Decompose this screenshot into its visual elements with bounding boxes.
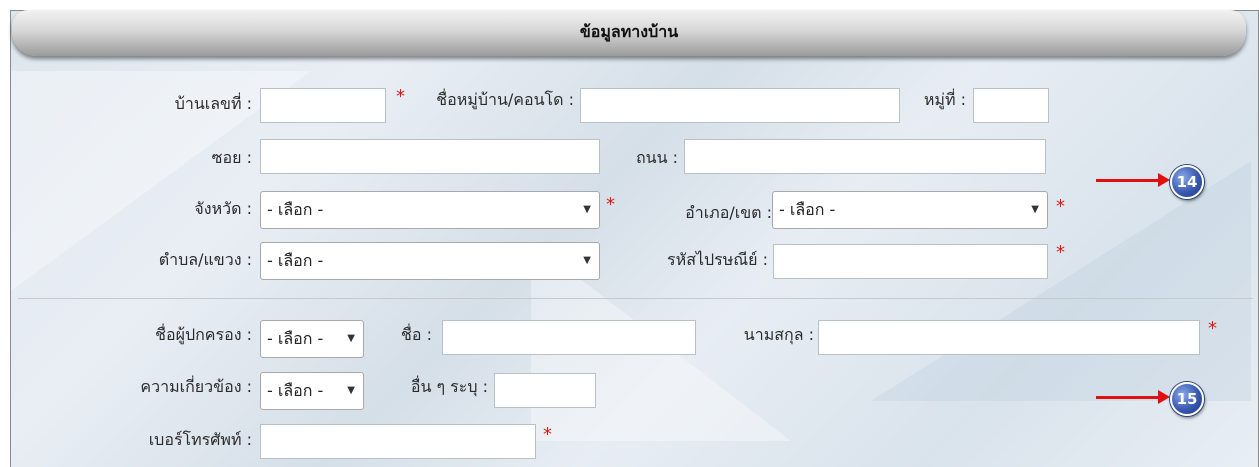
guardian-title-value: - เลือก - (267, 329, 324, 348)
guardian-title-select[interactable]: - เลือก - ▼ (260, 320, 364, 358)
postcode-input[interactable] (773, 244, 1048, 279)
chevron-down-icon: ▼ (583, 204, 591, 215)
section-header: ข้อมูลทางบ้าน (12, 10, 1246, 56)
phone-input[interactable] (260, 424, 536, 459)
section-title: ข้อมูลทางบ้าน (579, 22, 679, 41)
last-name-label: นามสกุล : (743, 325, 814, 344)
required-mark: * (1208, 318, 1217, 339)
first-name-label: ชื่อ : (401, 325, 432, 344)
district-select[interactable]: - เลือก - ▼ (772, 191, 1048, 229)
section-divider (18, 298, 1253, 299)
annotation-marker-15: 15 (1170, 382, 1204, 416)
relation-value: - เลือก - (267, 381, 324, 400)
district-select-value: - เลือก - (779, 200, 836, 219)
phone-label: เบอร์โทรศัพท์ : (148, 430, 252, 449)
chevron-down-icon: ▼ (347, 385, 355, 396)
road-input[interactable] (684, 139, 1046, 174)
subdistrict-select-value: - เลือก - (267, 251, 324, 270)
chevron-down-icon: ▼ (1031, 204, 1039, 215)
annotation-arrow (1096, 396, 1160, 399)
village-input[interactable] (580, 88, 900, 123)
moo-input[interactable] (973, 88, 1049, 123)
annotation-arrow (1096, 179, 1160, 182)
arrow-head-icon (1158, 173, 1170, 187)
moo-label: หมู่ที่ : (923, 90, 966, 109)
subdistrict-label: ตำบล/แขวง : (158, 250, 252, 269)
province-select[interactable]: - เลือก - ▼ (260, 191, 600, 229)
village-label: ชื่อหมู่บ้าน/คอนโด : (436, 90, 574, 109)
district-label: อำเภอ/เขต : (685, 203, 772, 222)
relation-select[interactable]: - เลือก - ▼ (260, 372, 364, 410)
chevron-down-icon: ▼ (347, 333, 355, 344)
first-name-input[interactable] (442, 320, 696, 355)
required-mark: * (543, 424, 552, 445)
postcode-label: รหัสไปรษณีย์ : (667, 250, 768, 269)
province-select-value: - เลือก - (267, 200, 324, 219)
other-label: อื่น ๆ ระบุ : (410, 377, 488, 396)
province-label: จังหวัด : (194, 199, 252, 218)
house-no-label: บ้านเลขที่ : (174, 94, 252, 113)
required-mark: * (606, 194, 615, 215)
annotation-marker-14: 14 (1170, 165, 1204, 199)
required-mark: * (1056, 242, 1065, 263)
guardian-title-label: ชื่อผู้ปกครอง : (155, 325, 252, 344)
relation-label: ความเกี่ยวข้อง : (140, 377, 252, 396)
required-mark: * (1056, 196, 1065, 217)
road-label: ถนน : (635, 148, 678, 167)
house-no-input[interactable] (260, 88, 386, 123)
required-mark: * (396, 86, 405, 107)
chevron-down-icon: ▼ (583, 255, 591, 266)
soi-input[interactable] (260, 139, 600, 174)
last-name-input[interactable] (818, 320, 1200, 355)
arrow-head-icon (1158, 390, 1170, 404)
other-input[interactable] (494, 373, 596, 408)
subdistrict-select[interactable]: - เลือก - ▼ (260, 242, 600, 280)
soi-label: ซอย : (211, 148, 252, 167)
